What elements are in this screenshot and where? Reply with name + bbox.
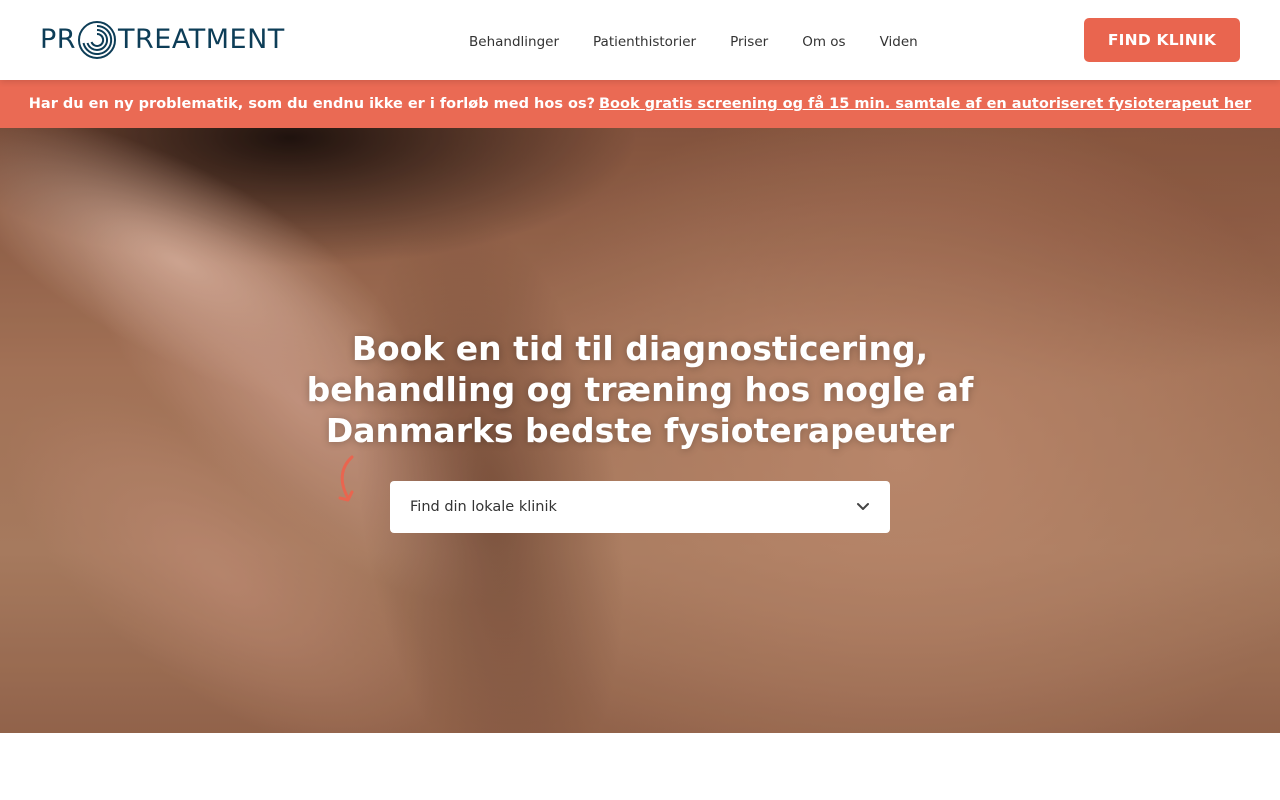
announcement-text: Har du en ny problematik, som du endnu i… bbox=[28, 96, 595, 112]
main-nav: Behandlinger Patienthistorier Priser Om … bbox=[469, 0, 918, 84]
logo-text-suffix: TREATMENT bbox=[118, 24, 285, 55]
nav-item-viden[interactable]: Viden bbox=[880, 34, 918, 50]
announcement-bar: Har du en ny problematik, som du endnu i… bbox=[0, 80, 1280, 128]
curved-arrow-icon bbox=[338, 455, 354, 502]
find-klinik-button[interactable]: FIND KLINIK bbox=[1084, 18, 1240, 62]
nav-item-behandlinger[interactable]: Behandlinger bbox=[469, 34, 559, 50]
nav-item-priser[interactable]: Priser bbox=[730, 34, 768, 50]
protreatment-logo[interactable]: PR TREATMENT bbox=[40, 18, 285, 62]
logo-text-prefix: PR bbox=[40, 24, 77, 55]
hero-title: Book en tid til diagnosticering, behandl… bbox=[306, 329, 974, 450]
hero-section: Book en tid til diagnosticering, behandl… bbox=[0, 128, 1280, 733]
logo-ring-icon bbox=[78, 21, 117, 59]
site-header: PR TREATMENT Behandlinger Patienthistori… bbox=[0, 0, 1280, 80]
clinic-select-value: Find din lokale klinik bbox=[410, 499, 557, 515]
nav-item-patienthistorier[interactable]: Patienthistorier bbox=[593, 34, 696, 50]
book-screening-link[interactable]: Book gratis screening og få 15 min. samt… bbox=[599, 96, 1251, 112]
nav-item-om-os[interactable]: Om os bbox=[802, 34, 845, 50]
chevron-down-icon bbox=[857, 503, 869, 510]
clinic-select[interactable]: Find din lokale klinik bbox=[390, 481, 890, 533]
